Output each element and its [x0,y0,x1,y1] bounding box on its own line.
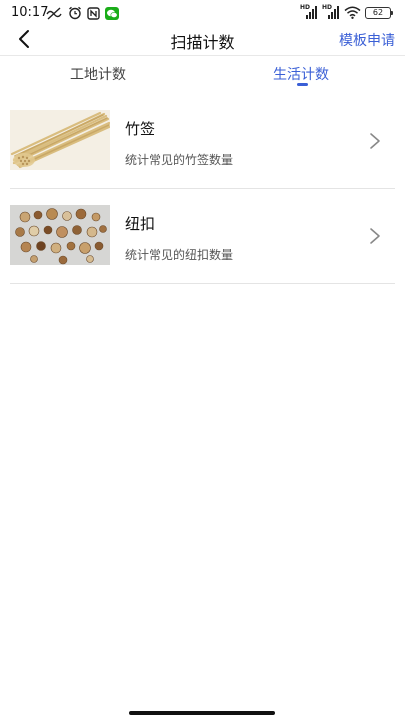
list-item-bamboo-sticks[interactable]: 竹签 统计常见的竹签数量 [10,94,395,189]
list-item-description: 统计常见的纽扣数量 [125,248,234,262]
home-indicator[interactable] [129,711,275,715]
no-disturb-icon [46,6,62,20]
status-bar: 10:17 HD HD 62 [0,0,405,26]
list-item-buttons[interactable]: 纽扣 统计常见的纽扣数量 [10,189,395,284]
status-time: 10:17 [11,5,49,20]
nav-bar: 扫描计数 模板申请 [0,26,405,56]
list-item-description: 统计常见的竹签数量 [125,153,234,167]
hd-signal-icon: HD [322,4,340,19]
wechat-icon [105,6,119,20]
hd-signal-icon: HD [300,4,318,19]
tab-site-count[interactable]: 工地计数 [70,64,126,84]
tab-bar: 工地计数 生活计数 [0,56,405,92]
buttons-image [10,205,110,265]
tab-life-count[interactable]: 生活计数 [273,64,329,84]
bamboo-sticks-image [10,110,110,170]
chevron-right-icon [370,228,380,244]
nfc-icon [87,6,100,20]
template-list: 竹签 统计常见的竹签数量 纽扣 统计常见的纽扣数量 [10,94,395,284]
chevron-right-icon [370,133,380,149]
list-item-title: 纽扣 [125,215,156,233]
status-left-icons [46,6,119,20]
wifi-icon [344,6,361,19]
status-right-icons: HD HD 62 [300,4,393,19]
alarm-icon [69,6,81,20]
active-tab-indicator [297,83,308,86]
list-item-title: 竹签 [125,120,156,138]
battery-icon: 62 [365,6,393,19]
template-apply-button[interactable]: 模板申请 [339,30,395,50]
